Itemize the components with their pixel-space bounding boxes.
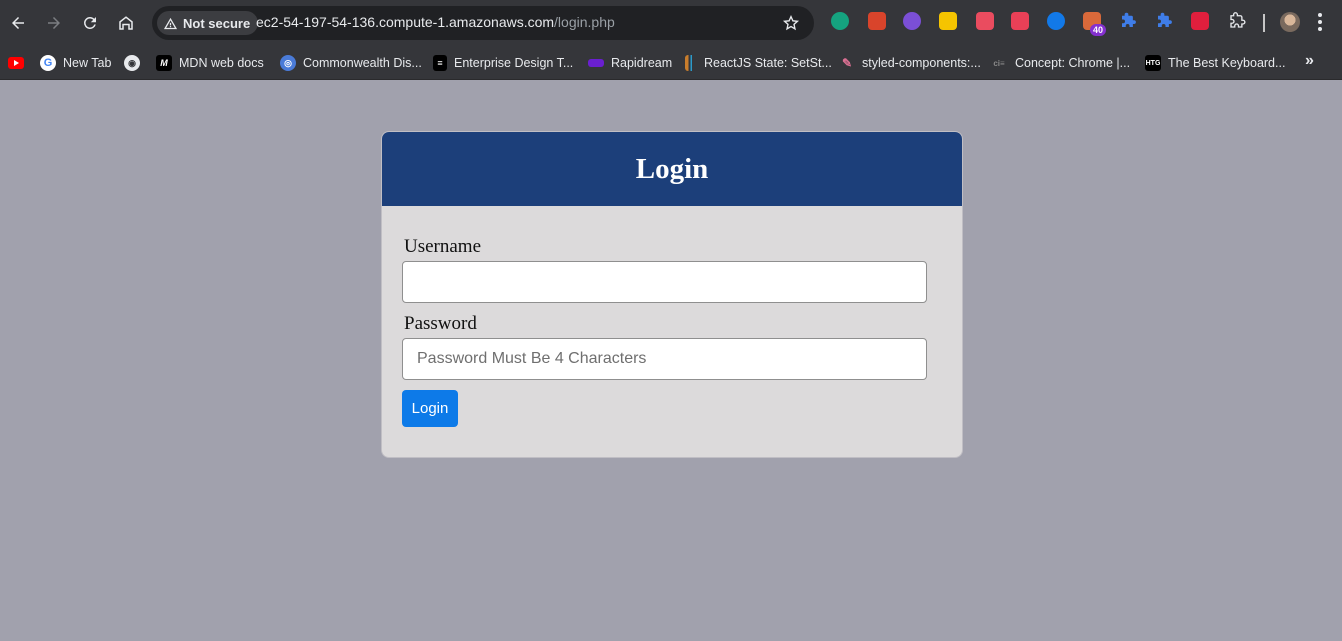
bookmark-mdn[interactable]: M MDN web docs — [156, 53, 264, 73]
bookmark-commonwealth[interactable]: ◎ Commonwealth Dis... — [280, 53, 422, 73]
home-icon — [119, 16, 133, 30]
styled-icon: ✎ — [841, 56, 853, 70]
bookmark-rapidream[interactable]: Rapidream — [588, 53, 672, 73]
forward-button[interactable] — [40, 9, 68, 37]
bookmark-youtube[interactable] — [8, 53, 24, 73]
bookmark-label: styled-components:... — [862, 56, 981, 70]
browser-toolbar: Not secure ec2-54-197-54-136.compute-1.a… — [0, 0, 1342, 46]
security-label: Not secure — [183, 15, 251, 31]
bookmark-label: MDN web docs — [179, 56, 264, 70]
ciex-icon: ci≡ — [993, 58, 1005, 68]
bookmark-label: ReactJS State: SetSt... — [704, 56, 832, 70]
edge-ext-icon[interactable] — [1047, 12, 1065, 30]
bookmark-reactjs[interactable]: ReactJS State: SetSt... — [685, 53, 832, 73]
bookmark-globe[interactable]: ◉ — [124, 53, 140, 73]
globe-icon: ◉ — [124, 55, 140, 71]
puzzle-ext-icon-2[interactable] — [1155, 12, 1173, 30]
warning-icon — [163, 17, 178, 29]
rapidream-icon — [588, 59, 604, 67]
username-label: Username — [404, 236, 482, 257]
htg-icon: HTG — [1145, 55, 1161, 71]
back-button[interactable] — [4, 9, 32, 37]
bookmark-label: The Best Keyboard... — [1168, 56, 1286, 70]
clock-ext-icon[interactable] — [976, 12, 994, 30]
bookmark-label: Commonwealth Dis... — [303, 56, 422, 70]
password-label: Password — [404, 313, 477, 334]
star-icon[interactable] — [782, 14, 800, 32]
mm-ext-icon[interactable] — [1191, 12, 1209, 30]
profile-avatar[interactable] — [1280, 12, 1300, 32]
reload-button[interactable] — [76, 9, 104, 37]
login-card-header: Login — [382, 132, 962, 206]
security-chip[interactable]: Not secure — [157, 11, 259, 35]
keep-icon[interactable] — [939, 12, 957, 30]
address-bar[interactable]: Not secure ec2-54-197-54-136.compute-1.a… — [152, 6, 814, 40]
bookmark-enterprise-design[interactable]: ≡ Enterprise Design T... — [433, 53, 573, 73]
forward-icon — [48, 17, 60, 29]
login-card: Login Username Password Login — [381, 131, 963, 458]
bookmark-label: New Tab — [63, 56, 112, 70]
url-text[interactable]: ec2-54-197-54-136.compute-1.amazonaws.co… — [256, 14, 615, 30]
bookmark-label: Rapidream — [611, 56, 673, 70]
url-path: /login.php — [554, 14, 615, 30]
bookmark-concept-chrome[interactable]: ci≡ Concept: Chrome |... — [990, 53, 1130, 73]
menu-icon[interactable] — [1318, 13, 1322, 31]
bookmarks-bar: G New Tab ◉ M MDN web docs ◎ Commonwealt… — [0, 46, 1342, 80]
bookmark-new-tab[interactable]: G New Tab — [40, 53, 111, 73]
toolbar-separator — [1263, 14, 1265, 32]
back-icon — [12, 17, 24, 29]
bookmark-ext-icon[interactable] — [868, 12, 886, 30]
grammarly-icon[interactable] — [831, 12, 849, 30]
bookmark-label: Enterprise Design T... — [454, 56, 574, 70]
youtube-icon — [8, 57, 24, 69]
password-input[interactable] — [402, 338, 927, 380]
home-button[interactable] — [112, 9, 140, 37]
google-icon: G — [40, 55, 56, 71]
bookmark-label: Concept: Chrome |... — [1015, 56, 1131, 70]
globe-icon: ◎ — [280, 55, 296, 71]
url-host: ec2-54-197-54-136.compute-1.amazonaws.co… — [256, 14, 555, 30]
ibm-icon: ≡ — [433, 55, 447, 71]
bookmark-styled-components[interactable]: ✎ styled-components:... — [839, 53, 981, 73]
mdn-icon: M — [156, 55, 172, 71]
at-ext-icon[interactable] — [903, 12, 921, 30]
bookmark-keyboard[interactable]: HTG The Best Keyboard... — [1145, 53, 1285, 73]
bookmarks-overflow-button[interactable]: » — [1305, 52, 1314, 70]
username-input[interactable] — [402, 261, 927, 303]
bars-icon — [685, 55, 697, 71]
extensions-icon[interactable] — [1228, 12, 1246, 30]
pocket-icon[interactable] — [1011, 12, 1029, 30]
page-title: Login — [635, 152, 709, 185]
reload-icon — [84, 16, 96, 29]
extension-badge: 40 — [1090, 24, 1107, 36]
puzzle-ext-icon[interactable] — [1119, 12, 1137, 30]
login-button[interactable]: Login — [402, 390, 458, 427]
